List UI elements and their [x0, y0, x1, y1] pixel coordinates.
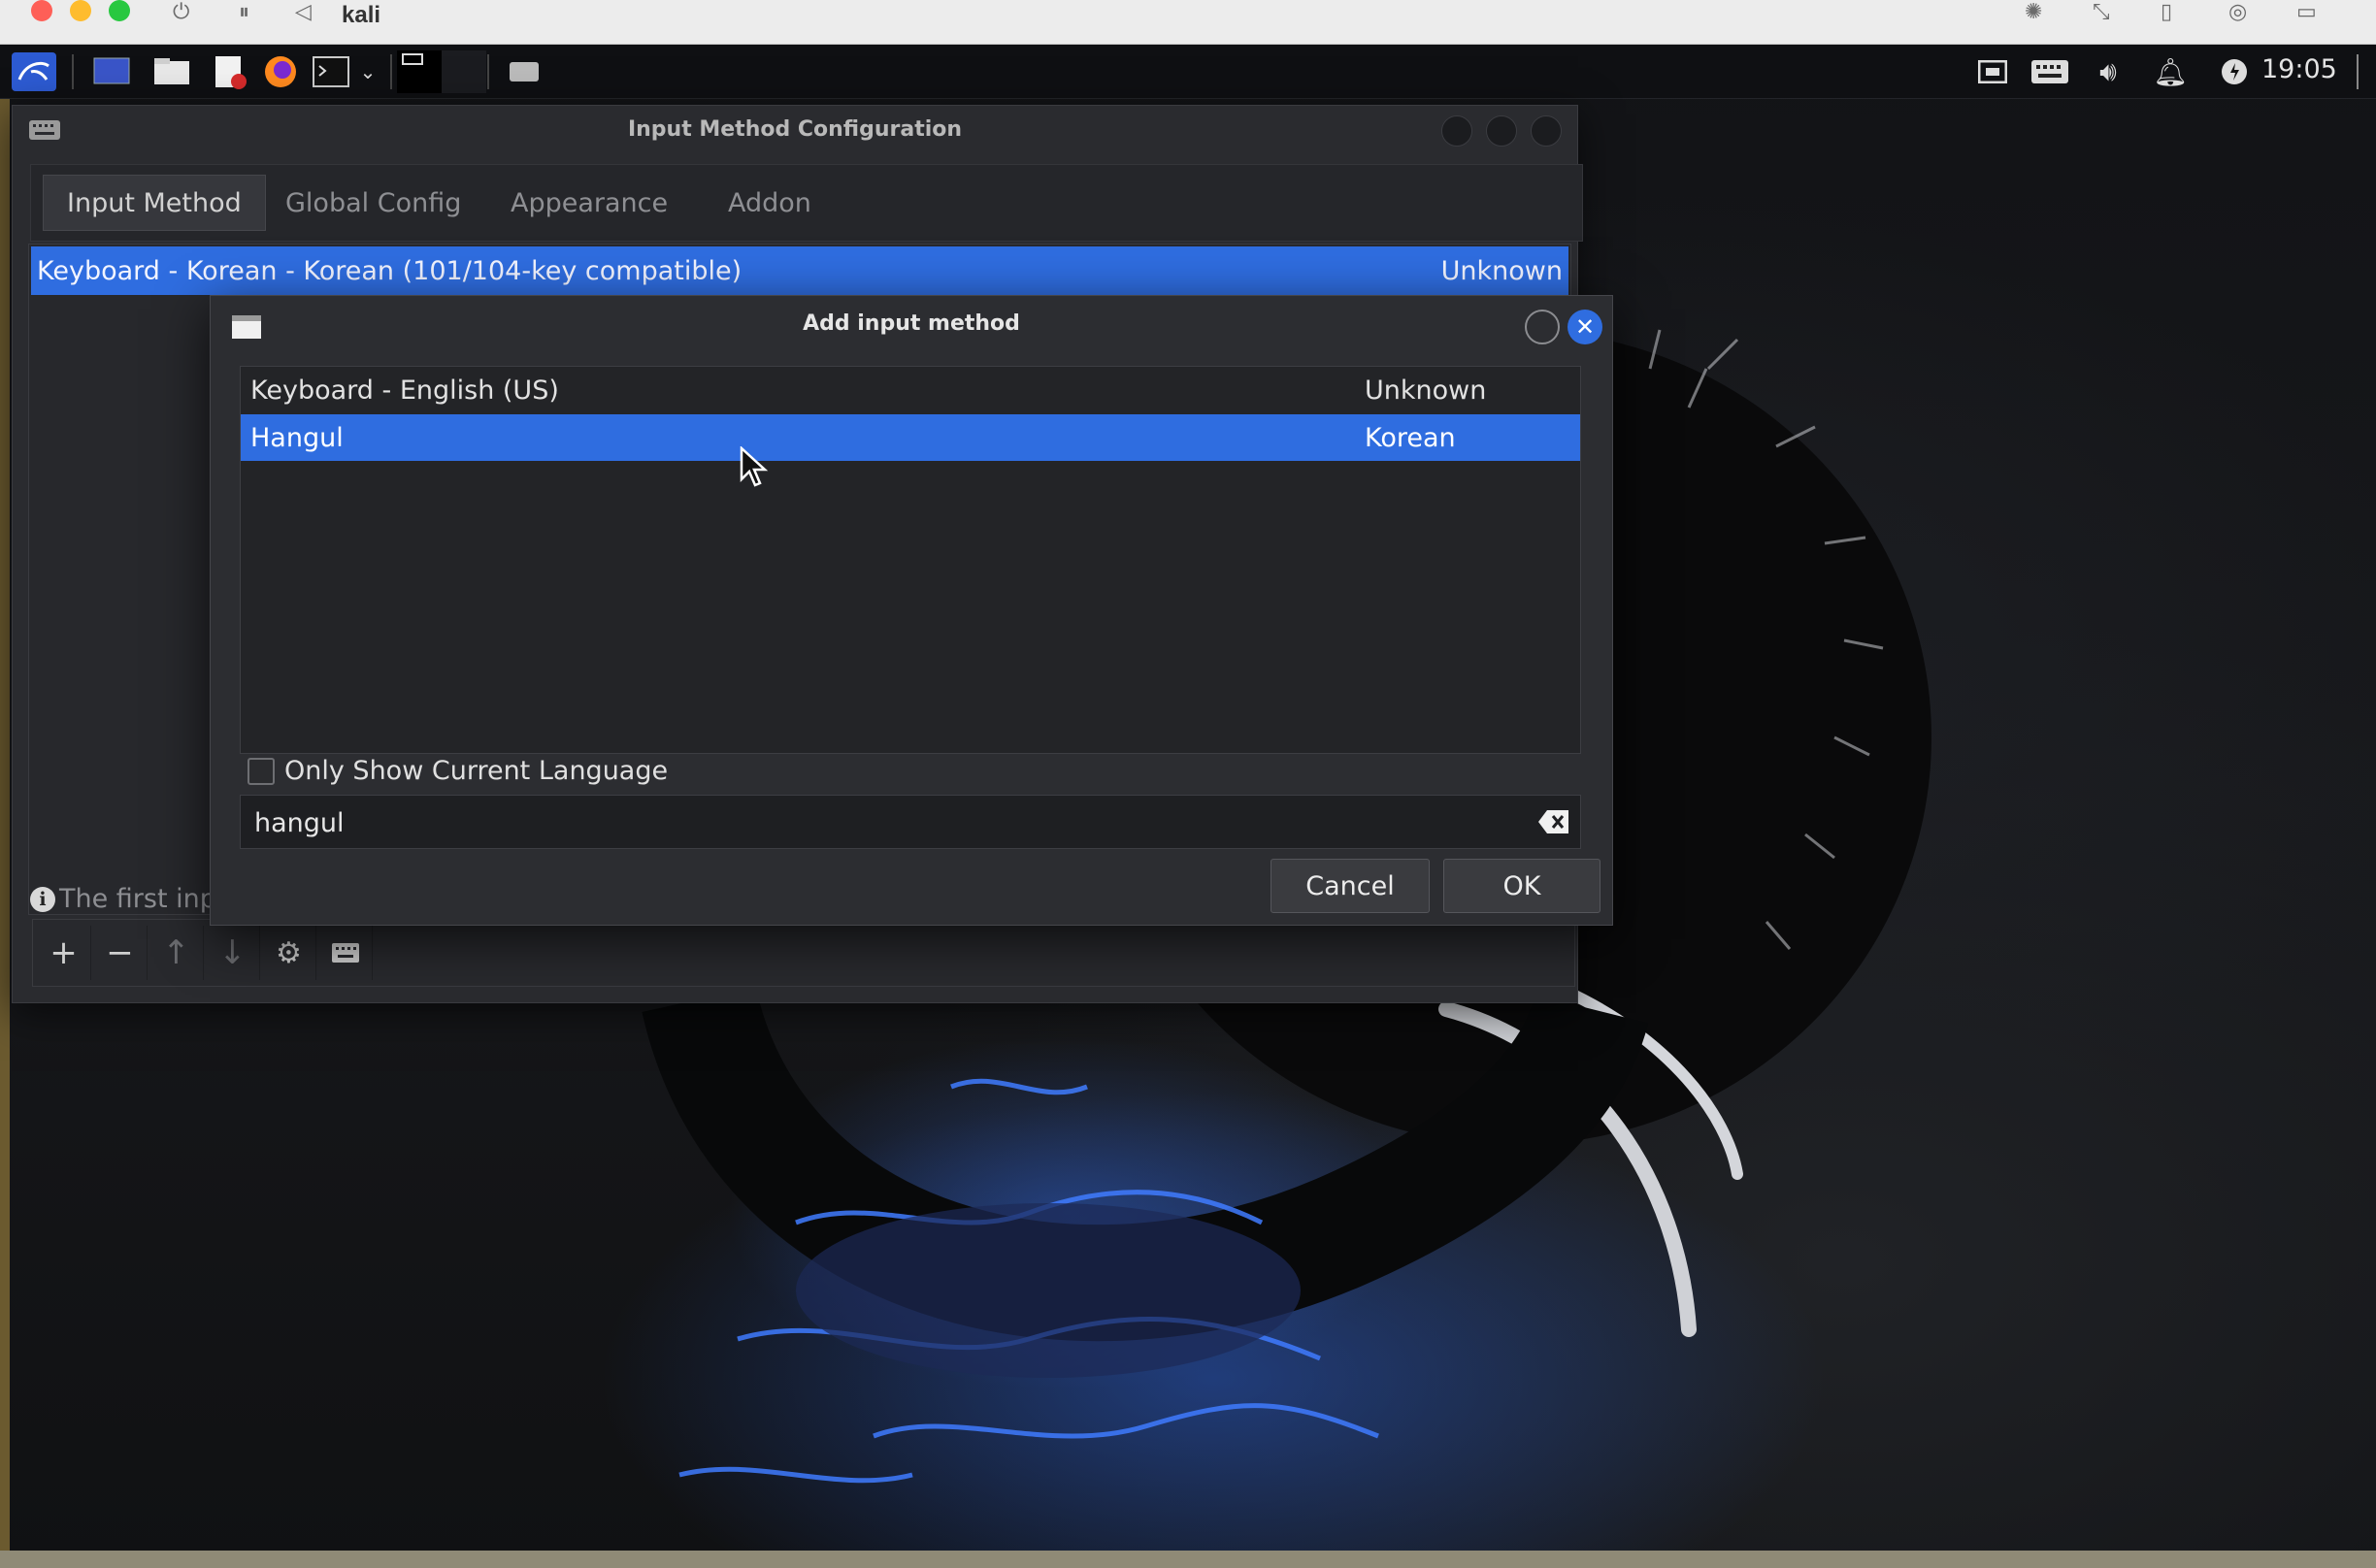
input-method-language: Unknown	[1365, 375, 1487, 406]
ok-button[interactable]: OK	[1443, 859, 1600, 913]
minimize-button[interactable]	[1525, 310, 1560, 344]
keyboard-layout-icon[interactable]	[2029, 54, 2071, 89]
info-message: i The first inpu	[30, 884, 233, 914]
tab-input-method[interactable]: Input Method	[43, 175, 266, 231]
cancel-button[interactable]: Cancel	[1270, 859, 1430, 913]
power-icon[interactable]	[2217, 54, 2252, 89]
vm-title: kali	[342, 2, 381, 28]
tab-addon[interactable]: Addon	[705, 175, 835, 231]
file-manager-icon[interactable]	[149, 54, 194, 89]
desktop-icon[interactable]	[89, 54, 134, 89]
list-item[interactable]: Keyboard - English (US) Unknown	[241, 367, 1580, 413]
plus-icon[interactable]: +	[37, 926, 91, 980]
firefox-icon[interactable]	[258, 54, 303, 89]
window-title: Input Method Configuration	[627, 117, 963, 142]
keyboard-icon[interactable]	[505, 54, 544, 89]
input-method-name: Keyboard - Korean - Korean (101/104-key …	[37, 255, 742, 286]
tab-appearance[interactable]: Appearance	[487, 175, 691, 231]
pause-icon[interactable]: ⏸	[239, 0, 249, 24]
window-icon[interactable]: ▭	[2296, 0, 2317, 24]
volume-icon[interactable]: 🔊︎	[2091, 54, 2126, 89]
device-icon[interactable]: ▯	[2161, 0, 2172, 24]
clear-text-icon[interactable]	[1537, 809, 1570, 834]
power-icon[interactable]: ⏻	[173, 0, 189, 24]
workspace-switcher[interactable]	[396, 50, 487, 93]
input-method-language: Korean	[1365, 422, 1456, 453]
keyboard-icon[interactable]	[318, 926, 373, 980]
close-icon[interactable]: ✕	[1568, 310, 1602, 344]
list-item[interactable]: Keyboard - Korean - Korean (101/104-key …	[31, 246, 1568, 295]
terminal-icon[interactable]	[309, 54, 353, 89]
only-show-current-language-checkbox[interactable]: Only Show Current Language	[248, 756, 668, 786]
minus-icon[interactable]: −	[93, 926, 148, 980]
desktop-top-panel: ⌄ 🔊︎ 🔔︎ 19:05	[0, 45, 2376, 99]
info-icon: i	[30, 886, 55, 912]
close-button[interactable]	[1531, 115, 1562, 147]
mouse-cursor-icon	[740, 446, 769, 487]
input-method-name: Keyboard - English (US)	[250, 375, 559, 406]
input-method-toolbar: + − ↑ ↓ ⚙	[32, 919, 1575, 987]
add-input-method-dialog: Add input method ✕ Keyboard - English (U…	[210, 295, 1613, 926]
checkbox-label: Only Show Current Language	[284, 756, 669, 786]
host-title-bar: ⏻ ⏸ ◁ kali ✺ ⤡ ▯ ◎ ▭	[0, 0, 2376, 45]
back-icon[interactable]: ◁	[295, 0, 312, 24]
search-field[interactable]	[240, 795, 1581, 849]
close-window-button[interactable]	[31, 0, 52, 21]
tab-global-config[interactable]: Global Config	[262, 175, 484, 231]
zoom-window-button[interactable]	[109, 0, 130, 21]
maximize-button[interactable]	[1486, 115, 1517, 147]
arrow-up-icon[interactable]: ↑	[149, 926, 204, 980]
kali-menu-icon[interactable]	[10, 52, 58, 91]
input-method-language: Unknown	[1440, 255, 1563, 286]
arrow-down-icon[interactable]: ↓	[206, 926, 260, 980]
search-input[interactable]	[254, 803, 1516, 842]
resize-icon[interactable]: ⤡	[2093, 0, 2110, 24]
window-titlebar[interactable]: Input Method Configuration	[13, 106, 1577, 154]
available-input-methods-list[interactable]: Keyboard - English (US) Unknown Hangul K…	[240, 366, 1581, 754]
dialog-title: Add input method	[803, 311, 1020, 336]
network-icon[interactable]	[1976, 54, 2009, 89]
info-text: The first inpu	[59, 884, 234, 914]
gear-icon[interactable]: ⚙	[262, 926, 316, 980]
settings-icon[interactable]: ◎	[2228, 0, 2247, 24]
clock[interactable]: 19:05	[2261, 54, 2337, 84]
checkbox[interactable]	[248, 757, 275, 785]
list-item[interactable]: Hangul Korean	[241, 414, 1580, 461]
text-editor-icon[interactable]	[208, 54, 252, 89]
chevron-down-icon[interactable]: ⌄	[353, 54, 382, 89]
minimize-window-button[interactable]	[70, 0, 91, 21]
tab-bar: Input Method Global Config Appearance Ad…	[30, 164, 1583, 242]
input-method-name: Hangul	[250, 422, 344, 453]
minimize-button[interactable]	[1441, 115, 1472, 147]
bell-icon[interactable]: 🔔︎	[2153, 54, 2188, 89]
brightness-icon[interactable]: ✺	[2025, 0, 2042, 24]
